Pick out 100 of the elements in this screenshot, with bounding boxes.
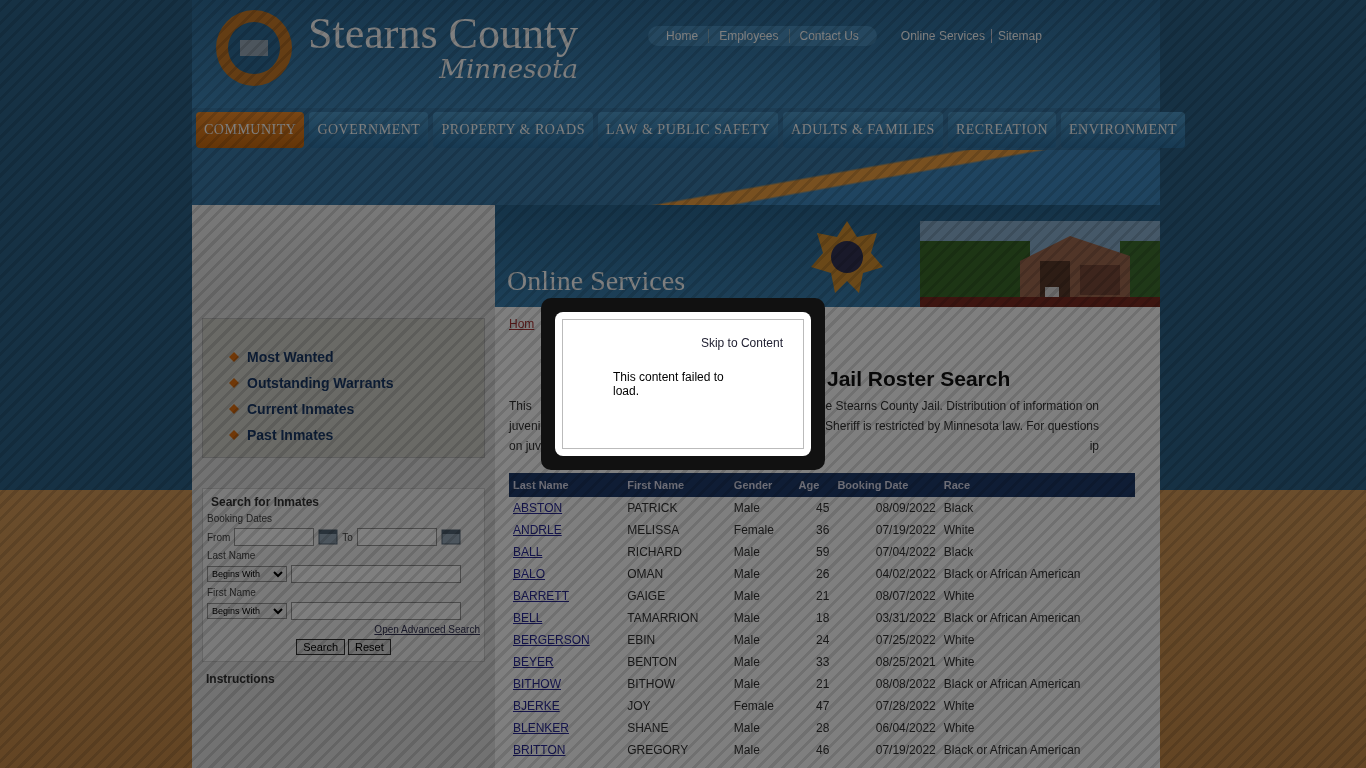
advanced-search-link[interactable]: Open Advanced Search [374, 624, 480, 635]
table-cell-text: Male [732, 632, 761, 649]
header-link[interactable]: Employees [708, 29, 789, 43]
table-cell-text: GAIGE [626, 588, 667, 605]
intro-text: e Stearns County Jail. Distribution of information on [825, 399, 1099, 415]
form-button[interactable]: Reset [348, 639, 391, 655]
field-label: Booking Dates [207, 513, 274, 524]
field-label: From [207, 531, 231, 543]
inmate-link[interactable]: ABSTON [513, 501, 563, 515]
section-title: Instructions [206, 672, 276, 686]
table-cell-text: White [942, 588, 976, 605]
calendar-icon[interactable] [440, 529, 461, 545]
table-cell-text: Male [732, 676, 761, 693]
date-field[interactable] [234, 528, 315, 546]
table-cell-text: 46 [815, 742, 831, 759]
sidebar-link[interactable]: Past Inmates [229, 427, 470, 443]
table-cell-text: 21 [815, 588, 831, 605]
table-cell-text: 08/07/2022 [874, 588, 937, 605]
table-cell-text: White [942, 632, 976, 649]
table-cell-text: 07/28/2022 [874, 698, 937, 715]
name-field[interactable] [291, 565, 461, 583]
nav-tab[interactable]: LAW & PUBLIC SAFETY [597, 112, 779, 148]
table-cell-text: Black or African American [942, 742, 1082, 759]
table-cell-text: Male [732, 720, 761, 737]
date-field[interactable] [356, 528, 437, 546]
page-heading: Jail Roster Search [827, 367, 1012, 391]
table-cell-text: BITHOW [626, 676, 677, 693]
intro-text: Sheriff is restricted by Minnesota law. For questions [825, 419, 1099, 435]
table-cell-text: Female [732, 522, 775, 539]
table-cell-text: Male [732, 654, 761, 671]
table-cell-text: 36 [815, 522, 831, 539]
field-label: First Name [207, 587, 257, 598]
inmate-link[interactable]: BARRETT [513, 589, 569, 603]
name-field[interactable] [291, 602, 461, 620]
utility-link[interactable]: Sitemap [990, 29, 1048, 43]
nav-tab[interactable]: ENVIRONMENT [1061, 112, 1186, 148]
sidebar-link[interactable]: Outstanding Warrants [229, 375, 470, 391]
column-header: Gender [729, 473, 795, 497]
table-cell-text: 07/04/2022 [874, 544, 937, 561]
header-link[interactable]: Home [656, 29, 709, 43]
inmate-link[interactable]: ANDRLE [513, 523, 562, 537]
table-cell-text: 59 [815, 544, 831, 561]
table-cell: Male [729, 497, 795, 519]
match-select[interactable]: Begins With [207, 566, 287, 582]
table-cell-text: 07/19/2022 [874, 522, 937, 539]
table-cell-text: RICHARD [626, 544, 683, 561]
column-header: Race [939, 473, 1135, 497]
column-header: First Name [623, 473, 730, 497]
match-select[interactable]: Begins With [207, 603, 287, 619]
table-cell-text: 03/31/2022 [874, 610, 937, 627]
utility-link[interactable]: Online Services [894, 29, 991, 43]
table-cell-text: White [942, 654, 976, 671]
nav-tab[interactable]: ADULTS & FAMILIES [783, 112, 943, 148]
breadcrumb-link[interactable]: Hom [509, 317, 1146, 331]
column-header: Last Name [509, 473, 624, 497]
table-cell-text: 08/25/2021 [874, 654, 937, 671]
table-cell: 45 [794, 497, 834, 519]
table-cell-text: 04/02/2022 [874, 566, 937, 583]
intro-text: This [509, 399, 532, 415]
sidebar-link[interactable]: Current Inmates [229, 401, 470, 417]
bullet-icon [229, 404, 239, 414]
nav-tab[interactable]: COMMUNITY [196, 112, 305, 148]
inmate-link[interactable]: BALO [513, 567, 545, 581]
nav-tab[interactable]: RECREATION [947, 112, 1056, 148]
nav-tab[interactable]: PROPERTY & ROADS [433, 112, 593, 148]
table-cell: Black [939, 497, 1135, 519]
table-cell: 08/09/2022 [833, 497, 940, 519]
inmate-link[interactable]: BERGERSON [513, 633, 590, 647]
table-cell-text: Male [732, 588, 761, 605]
table-cell-text: Female [732, 698, 775, 715]
intro-text: juveni [509, 419, 541, 435]
inmate-link[interactable]: BJERKE [513, 699, 560, 713]
inmate-link[interactable]: BLENKER [513, 721, 570, 735]
banner-title: Online Services [506, 265, 687, 298]
intro-text: on juv [509, 439, 542, 455]
panel-title: Search for Inmates [210, 495, 321, 509]
table-cell-text: White [942, 720, 976, 737]
sidebar-link[interactable]: Most Wanted [229, 349, 470, 365]
header-link[interactable]: Contact Us [788, 29, 869, 43]
table-cell-text: 08/08/2022 [874, 676, 937, 693]
inmate-link[interactable]: BRITTON [513, 743, 566, 757]
inmate-link[interactable]: BEYER [513, 655, 554, 669]
table-cell-text: 07/19/2022 [874, 742, 937, 759]
form-button[interactable]: Search [296, 639, 346, 655]
table-cell-text: 18 [815, 610, 831, 627]
bullet-icon [229, 378, 239, 388]
error-message: This content failed to load. [613, 370, 725, 398]
table-cell-text: Black or African American [942, 610, 1082, 627]
skip-link[interactable]: Skip to Content [700, 336, 783, 350]
inmate-link[interactable]: BALL [513, 545, 543, 559]
table-cell-text: GREGORY [626, 742, 690, 759]
table-cell-text: 06/04/2022 [874, 720, 937, 737]
table-cell-text: 47 [815, 698, 831, 715]
nav-tab[interactable]: GOVERNMENT [309, 112, 429, 148]
table-cell-text: Black or African American [942, 676, 1082, 693]
table-cell-text: EBIN [626, 632, 657, 649]
calendar-icon[interactable] [318, 529, 339, 545]
inmate-link[interactable]: BELL [513, 611, 543, 625]
inmate-link[interactable]: BITHOW [513, 677, 561, 691]
table-cell-text: 07/25/2022 [874, 632, 937, 649]
